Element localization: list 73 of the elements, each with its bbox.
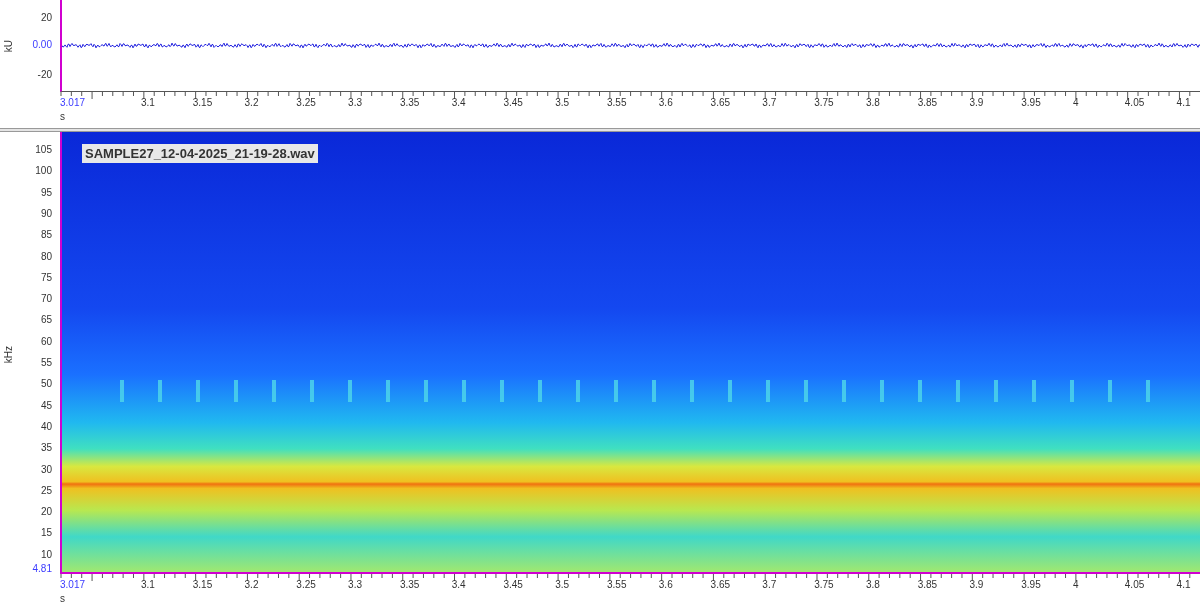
y-tick-label: 60 xyxy=(40,336,52,347)
x-tick-label: 3.75 xyxy=(814,580,834,590)
x-tick-label: 3.1 xyxy=(141,580,155,590)
x-tick-label: 4.05 xyxy=(1124,98,1145,108)
x-tick-label: 3.15 xyxy=(192,98,213,108)
x-tick-label: 3.3 xyxy=(348,98,362,108)
x-tick-label: 3.2 xyxy=(244,580,259,590)
y-tick-label: 85 xyxy=(40,230,52,241)
y-tick-label: 70 xyxy=(40,294,52,305)
x-tick-label: 4.05 xyxy=(1124,580,1145,590)
y-tick-label: 45 xyxy=(40,400,52,411)
x-tick-label: 3.65 xyxy=(710,580,731,590)
y-tick-label: 40 xyxy=(40,421,52,432)
x-tick-label: 3.95 xyxy=(1021,98,1041,108)
x-tick-label: 3.9 xyxy=(969,98,984,108)
x-tick-label: 4 xyxy=(1073,580,1079,590)
axis-unit-label: s xyxy=(60,594,65,604)
x-tick-label: 3.35 xyxy=(399,98,420,108)
x-tick-label: 4 xyxy=(1073,98,1079,108)
x-tick-label: 3.5 xyxy=(555,580,570,590)
y-tick-label: 4.81 xyxy=(32,564,52,574)
x-tick-label: 3.45 xyxy=(503,98,523,108)
y-tick-label: -20 xyxy=(37,70,52,80)
y-tick-label: 0.00 xyxy=(32,40,52,50)
y-tick-label: 30 xyxy=(40,464,52,475)
x-tick-label: 3.6 xyxy=(658,580,673,590)
x-tick-label: 3.15 xyxy=(192,580,213,590)
y-tick-label: 20 xyxy=(40,507,52,518)
x-tick-label: 3.65 xyxy=(710,98,731,108)
x-tick-label: 4.1 xyxy=(1176,580,1191,590)
y-tick-label: 50 xyxy=(40,379,52,390)
x-tick-label: 3.7 xyxy=(762,580,777,590)
y-tick-label: 15 xyxy=(40,528,52,539)
x-tick-label: 3.7 xyxy=(762,98,777,108)
x-tick-label: 4.1 xyxy=(1176,98,1191,108)
y-tick-label: 65 xyxy=(40,315,52,326)
y-tick-label: 20 xyxy=(40,13,52,23)
axis-unit-label: s xyxy=(60,112,65,122)
x-tick-label: 3.1 xyxy=(141,98,155,108)
y-tick-label: 75 xyxy=(40,272,52,283)
x-tick-label: 3.017 xyxy=(60,580,86,590)
x-tick-label: 3.75 xyxy=(814,98,834,108)
x-tick-label: 3.85 xyxy=(917,580,938,590)
x-tick-label: 3.95 xyxy=(1021,580,1041,590)
y-tick-label: 10 xyxy=(40,549,52,560)
x-tick-label: 3.2 xyxy=(244,98,259,108)
x-tick-label: 3.8 xyxy=(865,580,880,590)
x-tick-label: 3.3 xyxy=(348,580,362,590)
y-axis-unit: kU xyxy=(4,40,14,53)
x-tick-label: 3.45 xyxy=(503,580,523,590)
x-tick-label: 3.6 xyxy=(658,98,673,108)
y-tick-label: 35 xyxy=(40,443,52,454)
x-tick-label: 3.55 xyxy=(607,580,627,590)
x-tick-label: 3.55 xyxy=(607,98,627,108)
x-tick-label: 3.85 xyxy=(917,98,938,108)
y-tick-label: 55 xyxy=(40,358,52,368)
y-tick-label: 105 xyxy=(35,145,52,155)
x-tick-label: 3.4 xyxy=(451,98,466,108)
file-name-label: SAMPLE27_12-04-2025_21-19-28.wav xyxy=(82,144,318,163)
y-tick-label: 95 xyxy=(40,187,52,198)
y-tick-label: 100 xyxy=(35,166,52,177)
x-tick-label: 3.8 xyxy=(865,98,880,108)
x-tick-label: 3.9 xyxy=(969,580,984,590)
x-tick-label: 3.35 xyxy=(399,580,420,590)
x-tick-label: 3.5 xyxy=(555,98,570,108)
x-tick-label: 3.017 xyxy=(60,98,86,108)
x-tick-label: 3.25 xyxy=(296,580,316,590)
x-tick-label: 3.25 xyxy=(296,98,316,108)
x-tick-label: 3.4 xyxy=(451,580,466,590)
y-tick-label: 80 xyxy=(40,251,52,262)
y-tick-label: 90 xyxy=(40,208,52,219)
y-tick-label: 25 xyxy=(40,485,52,496)
y-axis-unit: kHz xyxy=(4,346,14,364)
